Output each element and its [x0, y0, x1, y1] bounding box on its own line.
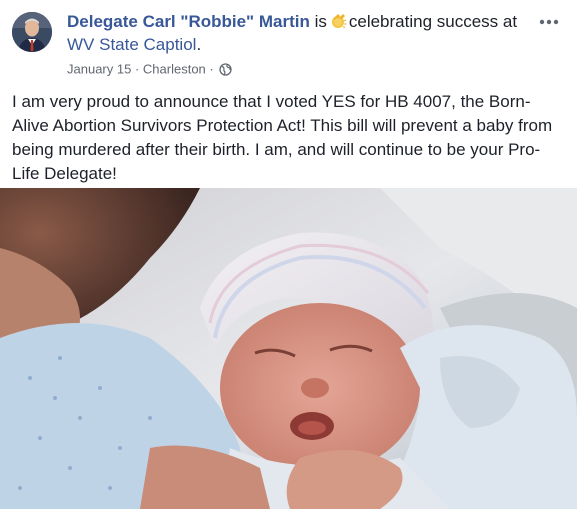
more-options-icon[interactable] [537, 14, 561, 30]
clapping-hands-icon [330, 12, 348, 30]
post-header: Delegate Carl "Robbie" Martin is celebrat… [12, 10, 565, 80]
meta-separator: · [134, 61, 140, 77]
post-photo-newborn[interactable] [0, 188, 577, 509]
author-avatar[interactable] [12, 12, 52, 52]
place-link[interactable]: WV State Captiol [67, 35, 196, 54]
globe-icon[interactable] [219, 63, 233, 76]
location-link[interactable]: Charleston [143, 62, 206, 77]
post-meta: January 15 · Charleston · [67, 61, 233, 78]
post-date-link[interactable]: January 15 [67, 62, 131, 77]
facebook-post: Delegate Carl "Robbie" Martin is celebrat… [0, 0, 577, 509]
meta-separator: · [209, 61, 214, 77]
is-text: is [314, 12, 327, 31]
post-message: I am very proud to announce that I voted… [12, 92, 553, 183]
period: . [196, 35, 202, 54]
post-headline: Delegate Carl "Robbie" Martin is celebrat… [67, 10, 527, 56]
activity-text: celebrating success at [348, 12, 518, 31]
author-name-link[interactable]: Delegate Carl "Robbie" Martin [67, 12, 310, 31]
